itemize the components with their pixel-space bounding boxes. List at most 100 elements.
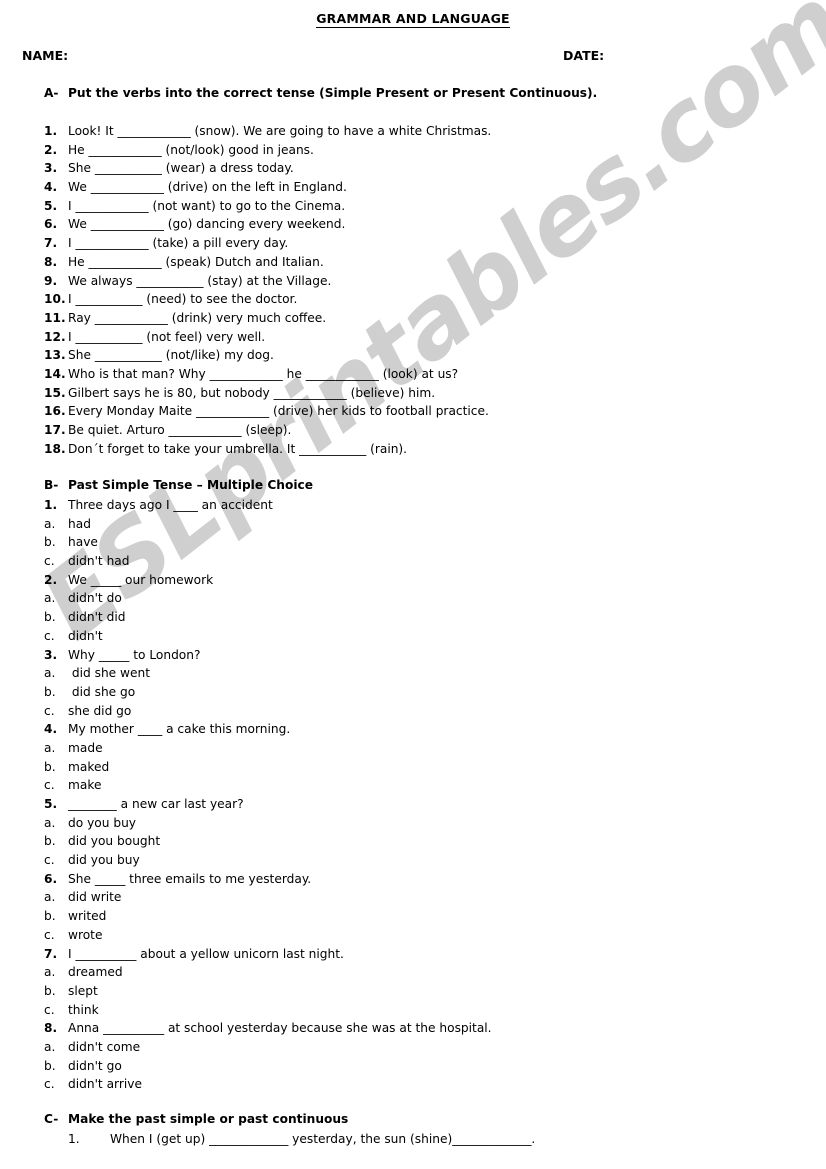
item-marker: 4. — [44, 180, 58, 195]
item-marker: 1. — [44, 124, 58, 138]
item-text: didn't — [68, 628, 103, 643]
item-marker: a. — [44, 516, 56, 531]
item-marker: 16. — [44, 404, 66, 419]
item-text: did she went — [68, 666, 151, 681]
question-row: c. didn't arrive — [44, 1075, 814, 1094]
question-row: c. didn't had — [44, 552, 814, 571]
worksheet-page: GRAMMAR AND LANGUAGE NAME: DATE: A- Put t… — [0, 0, 826, 1169]
question-row: 3. Why _____ to London? — [44, 646, 814, 665]
question-row: a. did she went — [44, 664, 814, 683]
item-marker: c. — [44, 628, 55, 643]
item-marker: 5. — [44, 797, 58, 811]
question-row: a. dreamed — [44, 963, 814, 982]
item-text: didn't go — [68, 1058, 122, 1073]
item-marker: b. — [44, 684, 56, 699]
item-text: I ___________ (not feel) very well. — [68, 329, 266, 344]
question-row: 6. We ____________ (go) dancing every wee… — [44, 215, 814, 234]
item-text: didn't arrive — [68, 1077, 142, 1092]
item-text: Three days ago I ____ an accident — [68, 498, 273, 512]
question-row: 2. He ____________ (not/look) good in jea… — [44, 141, 814, 160]
question-row: a. do you buy — [44, 814, 814, 833]
item-marker: c. — [44, 1077, 55, 1092]
item-marker: 1. — [68, 1132, 80, 1146]
item-marker: 1. — [44, 498, 58, 512]
item-text: Why _____ to London? — [68, 647, 201, 662]
question-row: 3. She ___________ (wear) a dress today. — [44, 159, 814, 178]
item-marker: b. — [44, 1058, 56, 1073]
date-field-label: DATE: — [563, 48, 605, 63]
item-text: I ___________ (need) to see the doctor. — [68, 292, 298, 307]
item-text: He ____________ (not/look) good in jeans… — [68, 142, 314, 157]
question-row: 6. She _____ three emails to me yesterday… — [44, 870, 814, 889]
item-text: Every Monday Maite ____________ (drive) … — [68, 404, 489, 419]
question-row: 11. Ray ____________ (drink) very much co… — [44, 309, 814, 328]
item-text: Who is that man? Why ____________ he ___… — [68, 366, 459, 381]
item-marker: b. — [44, 909, 56, 924]
name-field-label: NAME: — [22, 48, 69, 63]
item-marker: 17. — [44, 423, 66, 437]
section-c-letter: C- — [44, 1112, 59, 1126]
item-text: I ____________ (take) a pill every day. — [68, 236, 289, 251]
question-row: 4. My mother ____ a cake this morning. — [44, 720, 814, 739]
item-marker: 4. — [44, 722, 58, 737]
item-marker: 9. — [44, 273, 58, 288]
item-marker: b. — [44, 535, 56, 550]
item-text: Gilbert says he is 80, but nobody ______… — [68, 385, 436, 400]
question-row: 5. I ____________ (not want) to go to the… — [44, 197, 814, 216]
item-marker: b. — [44, 610, 56, 625]
question-row: c. make — [44, 776, 814, 795]
item-marker: b. — [44, 759, 56, 774]
item-text: had — [68, 516, 91, 531]
item-marker: 7. — [44, 946, 58, 961]
item-text: She ___________ (not/like) my dog. — [68, 348, 274, 363]
question-row: 5. ________ a new car last year? — [44, 795, 814, 814]
item-text: writed — [68, 909, 107, 924]
section-b-instruction: Past Simple Tense – Multiple Choice — [68, 478, 314, 492]
item-marker: b. — [44, 983, 56, 998]
item-marker: 8. — [44, 1021, 58, 1036]
item-text: didn't had — [68, 554, 130, 569]
question-row: 13. She ___________ (not/like) my dog. — [44, 346, 814, 365]
item-text: made — [68, 740, 103, 755]
question-row: 7. I __________ about a yellow unicorn la… — [44, 945, 814, 964]
page-title-text: GRAMMAR AND LANGUAGE — [316, 11, 510, 28]
item-text: didn't do — [68, 591, 122, 606]
item-marker: 14. — [44, 366, 66, 381]
item-marker: c. — [44, 554, 55, 569]
item-marker: 3. — [44, 161, 58, 176]
question-row: b. maked — [44, 758, 814, 777]
item-text: My mother ____ a cake this morning. — [68, 722, 291, 737]
question-row: 10. I ___________ (need) to see the docto… — [44, 290, 814, 309]
section-a-items: 1. Look! It ____________ (snow). We are g… — [44, 122, 814, 458]
item-text: did you bought — [68, 834, 161, 849]
item-marker: b. — [44, 834, 56, 849]
item-marker: 15. — [44, 385, 66, 400]
item-marker: a. — [44, 591, 56, 606]
item-text: I ____________ (not want) to go to the C… — [68, 198, 346, 213]
item-text: did you buy — [68, 853, 140, 868]
item-marker: 11. — [44, 310, 66, 325]
item-marker: a. — [44, 965, 56, 980]
item-marker: c. — [44, 927, 55, 942]
item-marker: 2. — [44, 142, 58, 157]
question-row: c. didn't — [44, 627, 814, 646]
section-c-instruction: Make the past simple or past continuous — [68, 1112, 349, 1126]
item-text: have — [68, 535, 98, 550]
question-row: 4. We ____________ (drive) on the left in… — [44, 178, 814, 197]
question-row: a. had — [44, 515, 814, 534]
question-row: 8. Anna __________ at school yesterday be… — [44, 1019, 814, 1038]
item-text: make — [68, 778, 102, 793]
section-a-instruction: Put the verbs into the correct tense (Si… — [68, 86, 598, 100]
item-text: ________ a new car last year? — [68, 797, 244, 811]
item-text: she did go — [68, 703, 132, 718]
item-text: He ____________ (speak) Dutch and Italia… — [68, 254, 324, 269]
item-text: We ____________ (drive) on the left in E… — [68, 180, 347, 195]
item-text: slept — [68, 983, 98, 998]
item-text: wrote — [68, 927, 103, 942]
section-a-letter: A- — [44, 86, 59, 100]
section-b-items: 1. Three days ago I ____ an accident a. had… — [44, 496, 814, 1094]
item-marker: 8. — [44, 254, 58, 269]
question-row: b. didn't go — [44, 1057, 814, 1076]
item-text: We always ___________ (stay) at the Vill… — [68, 273, 332, 288]
item-text: Be quiet. Arturo ____________ (sleep). — [68, 423, 292, 437]
